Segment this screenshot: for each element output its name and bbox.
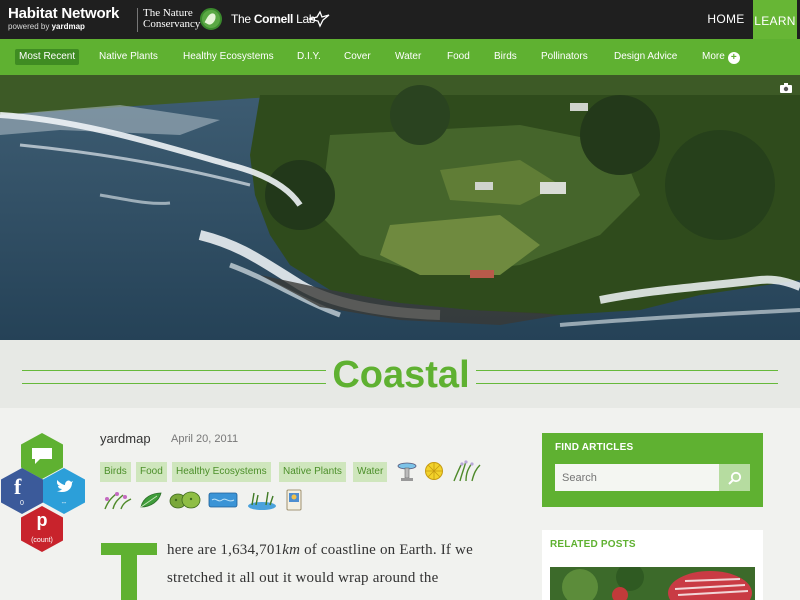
citrus-icon[interactable] [424,461,444,481]
article-date: April 20, 2011 [171,433,239,445]
related-post-image[interactable] [550,567,755,600]
category-more[interactable]: More + [702,49,740,65]
leaf-tag-icon[interactable] [139,491,163,509]
birdbath-icon[interactable] [397,461,417,483]
nav-learn[interactable]: LEARN [753,0,797,39]
tag-birds[interactable]: Birds [100,462,131,482]
page-title: Coastal [332,354,470,396]
title-rule-left-top [22,370,326,371]
flowering-shrub-icon[interactable] [101,489,133,511]
title-rule-right-bottom [476,383,778,384]
title-rule-right-top [476,370,778,371]
pinterest-count: (count) [31,537,53,544]
category-native-plants[interactable]: Native Plants [99,49,158,65]
article-body-line-1: here are 1,634,701km of coastline on Ear… [167,542,473,558]
grass-plant-icon[interactable] [452,459,482,483]
cornell-lab-logo[interactable]: The Cornell Lab [231,12,316,26]
facebook-count: 0 [20,500,24,507]
comment-icon [32,448,52,464]
dropcap-letter [101,543,157,555]
search-button[interactable] [719,464,750,491]
bird-icon [308,10,330,28]
logo-divider [137,8,138,32]
category-diy[interactable]: D.I.Y. [297,49,321,65]
plus-icon: + [727,52,740,64]
category-nav: Most Recent Native Plants Healthy Ecosys… [0,39,800,75]
twitter-icon [57,480,73,493]
camera-icon[interactable] [780,83,792,93]
category-healthy-ecosystems[interactable]: Healthy Ecosystems [183,49,274,65]
brand-title: Habitat Network [8,5,120,22]
leaf-icon [200,8,222,30]
wetland-icon[interactable] [246,489,278,511]
seed-packet-icon[interactable] [285,489,303,511]
category-pollinators[interactable]: Pollinators [541,49,588,65]
category-water[interactable]: Water [395,49,421,65]
facebook-icon: f [14,474,22,499]
tag-native-plants[interactable]: Native Plants [279,462,346,482]
search-icon [728,471,742,485]
related-posts-title: RELATED POSTS [550,539,636,550]
category-birds[interactable]: Birds [494,49,517,65]
pinterest-icon: p [36,510,48,530]
search-input[interactable] [555,464,719,491]
site-logo[interactable]: Habitat Network powered by yardmap [8,5,120,32]
top-header: Habitat Network powered by yardmap The N… [0,0,800,39]
article-author[interactable]: yardmap [100,431,151,446]
nav-home[interactable]: HOME [700,0,752,39]
twitter-count: -- [61,500,67,507]
dropcap-letter-stem [121,555,137,600]
brand-subtitle: powered by yardmap [8,22,85,31]
category-design-advice[interactable]: Design Advice [614,49,677,65]
hero-image [0,75,800,340]
category-most-recent[interactable]: Most Recent [15,49,80,65]
pond-icon[interactable] [208,491,238,509]
tag-water[interactable]: Water [353,462,388,482]
category-cover[interactable]: Cover [344,49,371,65]
tag-healthy-ecosystems[interactable]: Healthy Ecosystems [172,462,271,482]
shrubs-icon[interactable] [169,490,201,510]
article-body-line-2: stretched it all out it would wrap aroun… [167,570,439,586]
find-articles-title: FIND ARTICLES [555,442,634,453]
category-food[interactable]: Food [447,49,470,65]
tag-food[interactable]: Food [136,462,167,482]
title-rule-left-bottom [22,383,326,384]
nature-conservancy-logo[interactable]: The Nature Conservancy [143,8,200,30]
